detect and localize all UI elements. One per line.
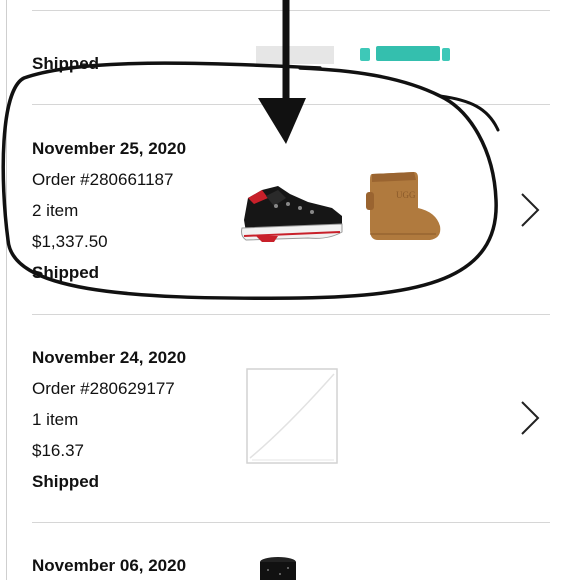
product-thumbnail bbox=[358, 46, 452, 62]
order-item-count: 1 item bbox=[32, 410, 79, 429]
product-thumbnail bbox=[256, 46, 334, 64]
chevron-right-icon[interactable] bbox=[518, 192, 542, 228]
order-date: November 25, 2020 bbox=[32, 139, 187, 158]
order-status: Shipped bbox=[32, 263, 100, 282]
order-row[interactable]: Shipped bbox=[32, 0, 550, 104]
order-number: Order #280661187 bbox=[32, 170, 174, 189]
sneaker-product-image bbox=[238, 176, 346, 244]
order-row[interactable]: November 25, 2020 Order #280661187 2 ite… bbox=[32, 104, 550, 314]
product-thumbnail bbox=[258, 556, 298, 580]
order-date: November 24, 2020 bbox=[32, 348, 187, 367]
order-row[interactable]: November 06, 2020 bbox=[32, 522, 550, 580]
boot-product-image: UGG bbox=[366, 168, 444, 244]
order-total: $16.37 bbox=[32, 441, 84, 460]
order-number: Order #280629177 bbox=[32, 379, 175, 398]
order-total: $1,337.50 bbox=[32, 232, 108, 251]
order-status: Shipped bbox=[32, 472, 100, 491]
order-date: November 06, 2020 bbox=[32, 556, 187, 575]
left-edge-rule bbox=[6, 0, 7, 580]
chevron-right-icon[interactable] bbox=[518, 400, 542, 436]
svg-text:UGG: UGG bbox=[396, 190, 416, 200]
order-row[interactable]: November 24, 2020 Order #280629177 1 ite… bbox=[32, 314, 550, 522]
blanket-product-image bbox=[246, 368, 340, 466]
order-item-count: 2 item bbox=[32, 201, 79, 220]
order-status: Shipped bbox=[32, 54, 100, 73]
